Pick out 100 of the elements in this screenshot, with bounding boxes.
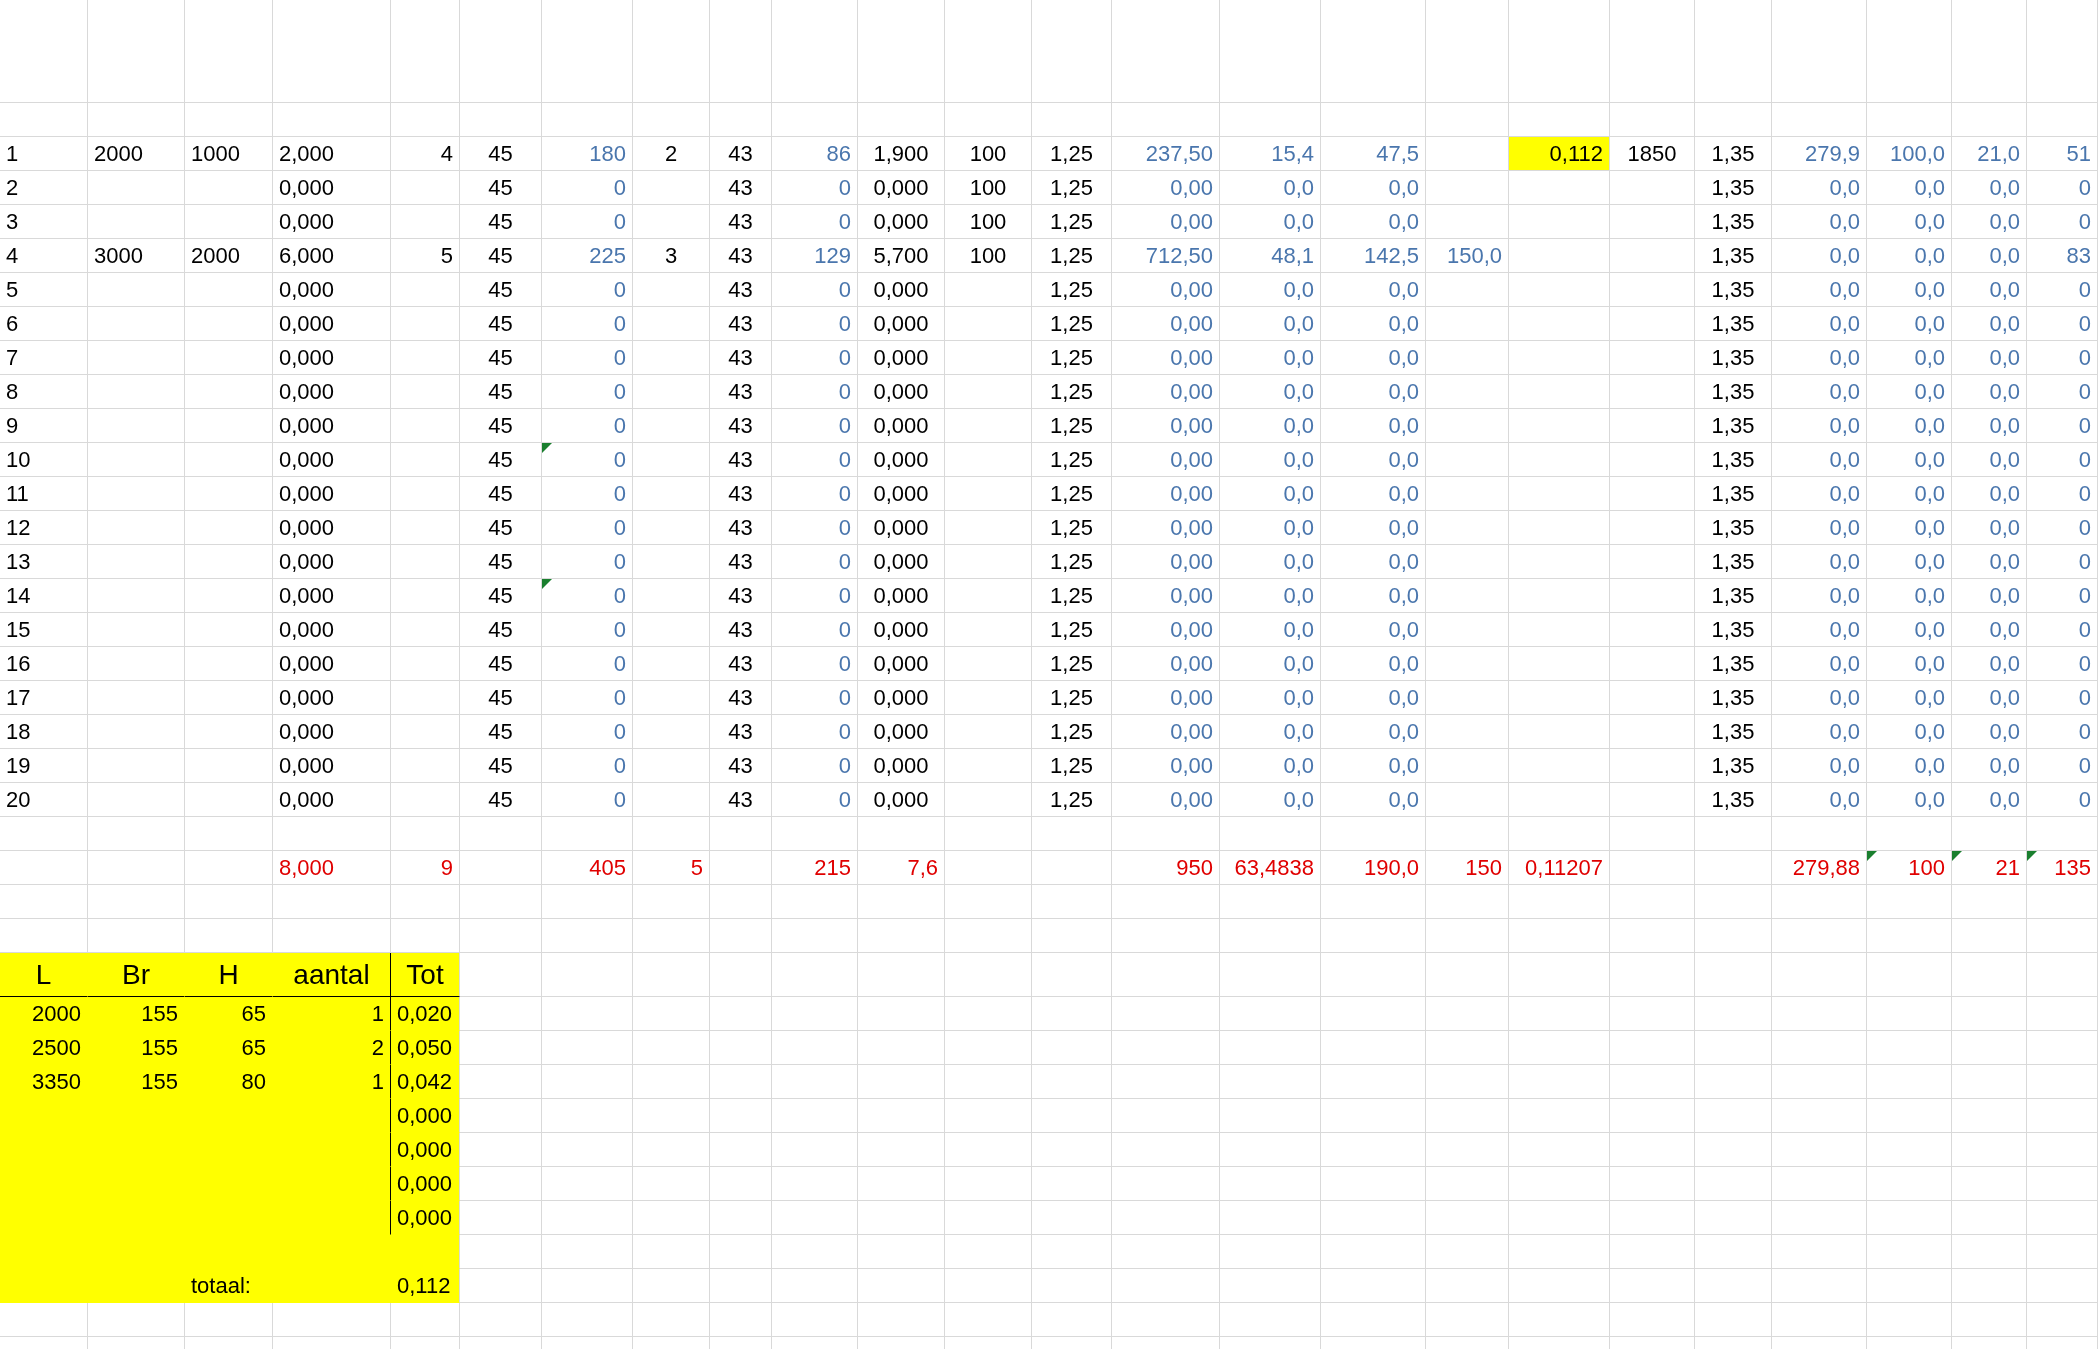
table-cell: 1,25 (1032, 375, 1112, 409)
table-cell: 0,000 (273, 613, 391, 647)
total-cell: 950 (1112, 851, 1220, 885)
table-cell: 0,0 (1321, 613, 1426, 647)
table-cell: 0,0 (1867, 715, 1952, 749)
table-cell: 0,0 (1952, 375, 2027, 409)
table-cell: 0,000 (273, 545, 391, 579)
table-cell: 45 (460, 545, 542, 579)
table-cell: 0 (542, 171, 633, 205)
table-cell: 0,000 (858, 443, 945, 477)
table-cell: 0,000 (858, 511, 945, 545)
table-cell: 0,0 (1321, 409, 1426, 443)
table-cell: 0,0 (1772, 239, 1867, 273)
table-cell: 0 (2027, 681, 2098, 715)
table-cell: 45 (460, 341, 542, 375)
table-cell: 0,00 (1112, 307, 1220, 341)
table-cell: 0,000 (273, 783, 391, 817)
table-cell: 0 (2027, 783, 2098, 817)
table-cell: 0 (542, 341, 633, 375)
table-cell: 0,0 (1867, 171, 1952, 205)
total-cell: 5 (633, 851, 710, 885)
table-cell: 0,0 (1321, 171, 1426, 205)
table-cell: 0,0 (1772, 409, 1867, 443)
table-cell: 65 (185, 1031, 273, 1065)
table-cell: 1,35 (1695, 307, 1772, 341)
table-cell: 0 (542, 511, 633, 545)
table-cell: 0,0 (1867, 783, 1952, 817)
table-cell: 0,000 (273, 307, 391, 341)
total-cell: 405 (542, 851, 633, 885)
row-number-cell: 4 (0, 239, 88, 273)
table-cell: 0,0 (1952, 477, 2027, 511)
table-cell: 0,00 (1112, 783, 1220, 817)
table-cell: 0,0 (1220, 273, 1321, 307)
table-cell: 0,00 (1112, 375, 1220, 409)
row-number-cell: 13 (0, 545, 88, 579)
table-cell: 0,0 (1772, 749, 1867, 783)
table-cell: 0,0 (1220, 545, 1321, 579)
table-cell: 0,0 (1220, 511, 1321, 545)
table-cell: 0,0 (1321, 545, 1426, 579)
table-cell: 0,0 (1772, 341, 1867, 375)
table-cell: 45 (460, 613, 542, 647)
table-cell: 0 (2027, 579, 2098, 613)
table-cell: 0 (772, 375, 858, 409)
table-cell: 0,0 (1772, 375, 1867, 409)
table-cell: 1,25 (1032, 137, 1112, 171)
table-cell: 51 (2027, 137, 2098, 171)
total-cell: 135 (2027, 851, 2098, 885)
table-cell: 47,5 (1321, 137, 1426, 171)
table-cell: 0,000 (273, 273, 391, 307)
table-cell: 45 (460, 443, 542, 477)
table-cell: 155 (88, 997, 185, 1031)
table-cell: 0,000 (858, 477, 945, 511)
table-cell: 0 (772, 715, 858, 749)
column-header: Tot (391, 953, 460, 997)
column-header: H (185, 953, 273, 997)
table-cell: 180 (542, 137, 633, 171)
row-number-cell: 3 (0, 205, 88, 239)
table-cell: 1,35 (1695, 579, 1772, 613)
table-cell: 155 (88, 1065, 185, 1099)
table-cell: 5 (391, 239, 460, 273)
column-header: Br (88, 953, 185, 997)
table-cell: 1,35 (1695, 273, 1772, 307)
table-cell: 0,00 (1112, 613, 1220, 647)
row-number-cell: 5 (0, 273, 88, 307)
table-cell: 5,700 (858, 239, 945, 273)
table-cell: 0,0 (1952, 783, 2027, 817)
table-cell: 0,0 (1220, 681, 1321, 715)
table-cell: 0,00 (1112, 205, 1220, 239)
table-cell: 1,25 (1032, 545, 1112, 579)
table-cell: 100 (945, 137, 1032, 171)
table-cell: 45 (460, 477, 542, 511)
table-cell: 1,35 (1695, 137, 1772, 171)
table-cell: 0 (2027, 443, 2098, 477)
row-number-cell: 7 (0, 341, 88, 375)
table-cell: 2000 (185, 239, 273, 273)
table-cell: 0,0 (1220, 647, 1321, 681)
total-cell: 190,0 (1321, 851, 1426, 885)
table-cell: 0,0 (1772, 477, 1867, 511)
table-cell: 0,00 (1112, 749, 1220, 783)
table-cell: 0,0 (1772, 273, 1867, 307)
table-cell: 0,0 (1867, 511, 1952, 545)
table-cell: 0,0 (1220, 409, 1321, 443)
table-cell: 237,50 (1112, 137, 1220, 171)
table-cell: 0 (542, 579, 633, 613)
table-cell: 0 (542, 545, 633, 579)
table-cell: 1,25 (1032, 443, 1112, 477)
table-cell: 0 (772, 205, 858, 239)
table-cell: 1,900 (858, 137, 945, 171)
table-cell: 712,50 (1112, 239, 1220, 273)
table-cell: 45 (460, 715, 542, 749)
table-cell: 0,0 (1867, 205, 1952, 239)
table-cell: 2,000 (273, 137, 391, 171)
table-cell: 1,25 (1032, 681, 1112, 715)
table-cell: 0,0 (1867, 477, 1952, 511)
table-cell: 0 (2027, 715, 2098, 749)
total-cell: 63,4838 (1220, 851, 1321, 885)
table-cell: 0,000 (273, 511, 391, 545)
table-cell: 142,5 (1321, 239, 1426, 273)
table-cell: 0,0 (1867, 239, 1952, 273)
table-cell: 45 (460, 171, 542, 205)
